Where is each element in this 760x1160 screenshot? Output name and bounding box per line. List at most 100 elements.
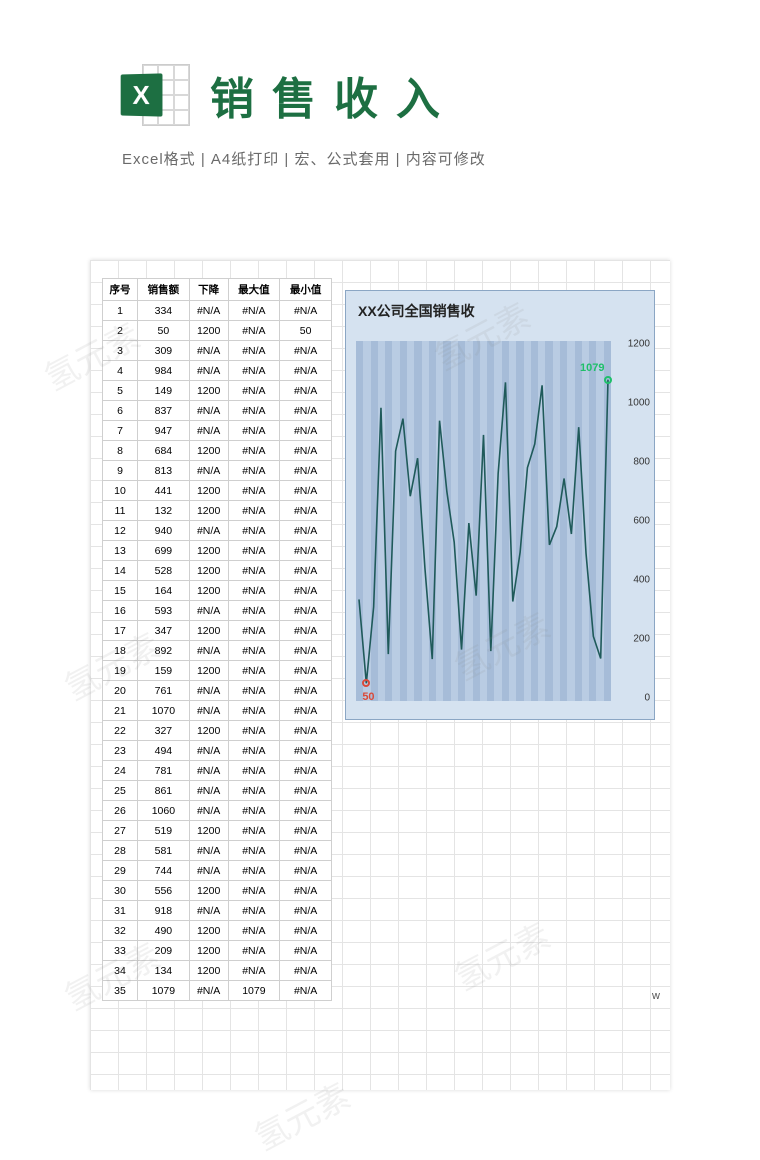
- table-cell: 309: [138, 341, 190, 361]
- table-row: 9813#N/A#N/A#N/A: [103, 461, 332, 481]
- table-cell: 19: [103, 661, 138, 681]
- table-cell: 209: [138, 941, 190, 961]
- table-cell: #N/A: [280, 401, 332, 421]
- table-cell: 30: [103, 881, 138, 901]
- table-cell: #N/A: [189, 601, 228, 621]
- table-cell: 1200: [189, 441, 228, 461]
- table-row: 86841200#N/A#N/A: [103, 441, 332, 461]
- table-cell: 861: [138, 781, 190, 801]
- table-cell: 35: [103, 981, 138, 1001]
- table-cell: 21: [103, 701, 138, 721]
- table-cell: 164: [138, 581, 190, 601]
- table-cell: 334: [138, 301, 190, 321]
- table-cell: #N/A: [228, 381, 280, 401]
- chart-title: XX公司全国销售收: [346, 291, 654, 321]
- table-cell: #N/A: [280, 781, 332, 801]
- table-cell: 27: [103, 821, 138, 841]
- y-tick-label: 400: [633, 575, 650, 586]
- table-cell: 1: [103, 301, 138, 321]
- table-cell: #N/A: [280, 461, 332, 481]
- table-cell: #N/A: [228, 901, 280, 921]
- table-cell: 1060: [138, 801, 190, 821]
- table-cell: #N/A: [228, 361, 280, 381]
- table-cell: 7: [103, 421, 138, 441]
- table-cell: 14: [103, 561, 138, 581]
- table-cell: #N/A: [228, 961, 280, 981]
- y-tick-label: 1000: [628, 398, 650, 409]
- table-cell: 593: [138, 601, 190, 621]
- table-row: 24781#N/A#N/A#N/A: [103, 761, 332, 781]
- table-cell: 132: [138, 501, 190, 521]
- table-cell: #N/A: [189, 981, 228, 1001]
- table-cell: 34: [103, 961, 138, 981]
- table-cell: #N/A: [228, 881, 280, 901]
- table-cell: #N/A: [228, 561, 280, 581]
- table-row: 25861#N/A#N/A#N/A: [103, 781, 332, 801]
- table-cell: #N/A: [189, 301, 228, 321]
- table-cell: #N/A: [228, 841, 280, 861]
- table-cell: #N/A: [228, 661, 280, 681]
- table-row: 28581#N/A#N/A#N/A: [103, 841, 332, 861]
- table-cell: 327: [138, 721, 190, 741]
- table-cell: 24: [103, 761, 138, 781]
- table-cell: 761: [138, 681, 190, 701]
- table-cell: 50: [138, 321, 190, 341]
- table-cell: 32: [103, 921, 138, 941]
- table-cell: #N/A: [280, 301, 332, 321]
- table-row: 51491200#N/A#N/A: [103, 381, 332, 401]
- table-cell: #N/A: [280, 361, 332, 381]
- table-cell: #N/A: [189, 701, 228, 721]
- data-table: 序号销售额下降最大值最小值 1334#N/A#N/A#N/A2501200#N/…: [102, 278, 332, 1001]
- table-cell: 33: [103, 941, 138, 961]
- table-cell: 149: [138, 381, 190, 401]
- table-cell: #N/A: [280, 701, 332, 721]
- excel-x-badge: X: [121, 73, 163, 116]
- table-cell: 892: [138, 641, 190, 661]
- table-cell: #N/A: [280, 481, 332, 501]
- table-cell: #N/A: [228, 781, 280, 801]
- table-cell: #N/A: [228, 641, 280, 661]
- table-row: 145281200#N/A#N/A: [103, 561, 332, 581]
- table-cell: 12: [103, 521, 138, 541]
- y-tick-label: 800: [633, 457, 650, 468]
- chart-line: [356, 341, 611, 701]
- table-cell: 940: [138, 521, 190, 541]
- table-cell: #N/A: [280, 841, 332, 861]
- table-cell: 581: [138, 841, 190, 861]
- table-cell: #N/A: [189, 861, 228, 881]
- table-cell: 781: [138, 761, 190, 781]
- table-cell: #N/A: [189, 461, 228, 481]
- table-cell: #N/A: [228, 681, 280, 701]
- table-cell: 3: [103, 341, 138, 361]
- table-cell: #N/A: [280, 981, 332, 1001]
- table-row: 16593#N/A#N/A#N/A: [103, 601, 332, 621]
- table-cell: #N/A: [228, 441, 280, 461]
- table-row: 211070#N/A#N/A#N/A: [103, 701, 332, 721]
- table-cell: #N/A: [189, 741, 228, 761]
- table-cell: #N/A: [228, 941, 280, 961]
- table-cell: #N/A: [280, 961, 332, 981]
- table-cell: #N/A: [228, 521, 280, 541]
- table-cell: 556: [138, 881, 190, 901]
- table-cell: 5: [103, 381, 138, 401]
- table-cell: #N/A: [280, 441, 332, 461]
- excel-icon: X: [120, 60, 190, 130]
- table-cell: #N/A: [228, 321, 280, 341]
- table-cell: 441: [138, 481, 190, 501]
- table-row: 6837#N/A#N/A#N/A: [103, 401, 332, 421]
- col-header: 下降: [189, 279, 228, 301]
- table-cell: 13: [103, 541, 138, 561]
- table-cell: 699: [138, 541, 190, 561]
- table-cell: 134: [138, 961, 190, 981]
- table-cell: 10: [103, 481, 138, 501]
- table-cell: 18: [103, 641, 138, 661]
- table-row: 7947#N/A#N/A#N/A: [103, 421, 332, 441]
- table-row: 341341200#N/A#N/A: [103, 961, 332, 981]
- table-cell: 1070: [138, 701, 190, 721]
- table-cell: #N/A: [228, 541, 280, 561]
- table-cell: 1200: [189, 921, 228, 941]
- table-cell: #N/A: [280, 881, 332, 901]
- table-row: 332091200#N/A#N/A: [103, 941, 332, 961]
- table-cell: 1200: [189, 381, 228, 401]
- table-cell: 1200: [189, 941, 228, 961]
